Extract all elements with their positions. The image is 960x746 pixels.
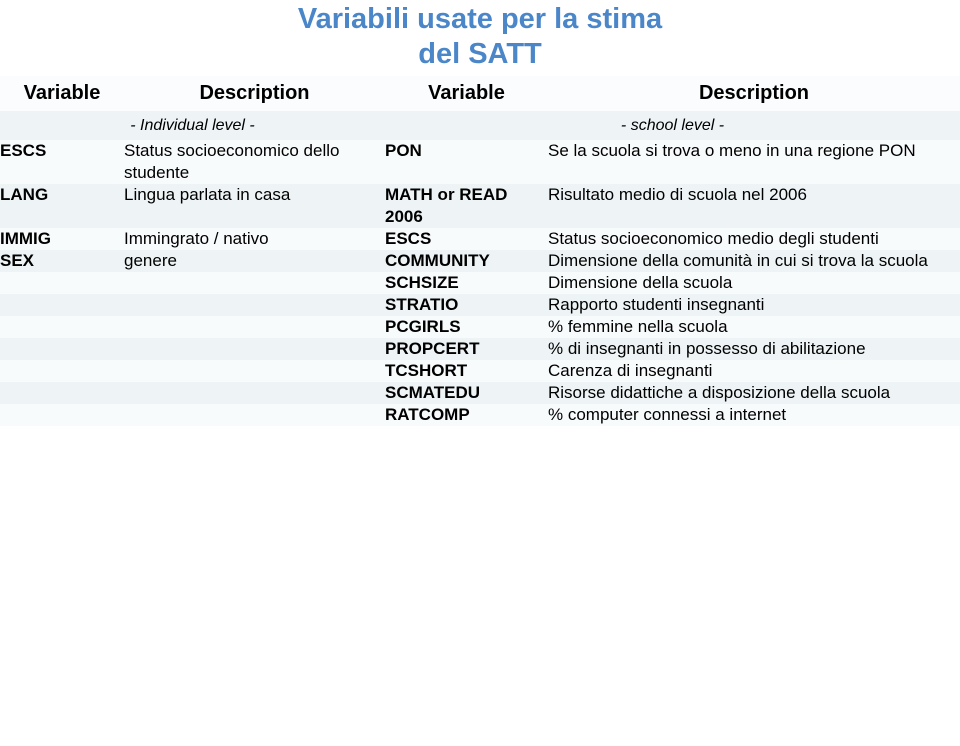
table-row: SCMATEDU Risorse didattiche a disposizion… bbox=[0, 382, 960, 404]
row-description-left: Lingua parlata in casa bbox=[124, 184, 385, 228]
row-variable-right: STRATIO bbox=[385, 294, 548, 316]
row-variable-right: RATCOMP bbox=[385, 404, 548, 426]
row-description-right: % di insegnanti in possesso di abilitazi… bbox=[548, 338, 960, 360]
row-description-right: Dimensione della comunità in cui si trov… bbox=[548, 250, 960, 272]
table-row: PROPCERT% di insegnanti in possesso di a… bbox=[0, 338, 960, 360]
page-title-line-2: del SATT bbox=[418, 38, 542, 70]
table-row: SEX genere COMMUNITY Dimensione della comun… bbox=[0, 250, 960, 272]
row-description-left bbox=[124, 382, 385, 404]
table-row: SCHSIZE Dimensione della scuola bbox=[0, 272, 960, 294]
row-description-right: Status socioeconomico medio degli studen… bbox=[548, 228, 960, 250]
table-row: RATCOMP% computer connessi a internet bbox=[0, 404, 960, 426]
page-title: Variabili usate per la stima del SATT bbox=[0, 2, 960, 72]
table-row: STRATIO Rapporto studenti insegnanti bbox=[0, 294, 960, 316]
row-description-right: Se la scuola si trova o meno in una regi… bbox=[548, 140, 960, 184]
row-variable-left bbox=[0, 404, 124, 426]
row-variable-right: COMMUNITY bbox=[385, 250, 548, 272]
row-variable-left bbox=[0, 338, 124, 360]
table-row: ESCS Status socioeconomico dello studente… bbox=[0, 140, 960, 184]
row-variable-right: SCHSIZE bbox=[385, 272, 548, 294]
row-description-right: % femmine nella scuola bbox=[548, 316, 960, 338]
row-description-right: Risultato medio di scuola nel 2006 bbox=[548, 184, 960, 228]
row-description-left bbox=[124, 404, 385, 426]
table-row: IMMIG Immingrato / nativo ESCS Status socio… bbox=[0, 228, 960, 250]
row-description-right: % computer connessi a internet bbox=[548, 404, 960, 426]
table-header-row: Variable Description Variable Descriptio… bbox=[0, 76, 960, 111]
row-variable-left: LANG bbox=[0, 184, 124, 228]
level-label-school: - school level - bbox=[385, 111, 960, 140]
column-header-description-right: Description bbox=[548, 76, 960, 111]
row-description-left bbox=[124, 272, 385, 294]
column-header-description-left: Description bbox=[124, 76, 385, 111]
page-title-line-1: Variabili usate per la stima bbox=[297, 3, 663, 35]
column-header-variable-left: Variable bbox=[0, 76, 124, 111]
row-description-left: Immingrato / nativo bbox=[124, 228, 385, 250]
row-description-right: Rapporto studenti insegnanti bbox=[548, 294, 960, 316]
row-variable-left bbox=[0, 382, 124, 404]
table-row: PCGIRLS% femmine nella scuola bbox=[0, 316, 960, 338]
row-variable-left: ESCS bbox=[0, 140, 124, 184]
row-variable-left bbox=[0, 360, 124, 382]
row-description-left: genere bbox=[124, 250, 385, 272]
row-variable-left: SEX bbox=[0, 250, 124, 272]
row-variable-left: IMMIG bbox=[0, 228, 124, 250]
column-header-variable-right: Variable bbox=[385, 76, 548, 111]
table-row: TCSHORT Carenza di insegnanti bbox=[0, 360, 960, 382]
table-row: LANG Lingua parlata in casa MATH or READ 2… bbox=[0, 184, 960, 228]
level-label-individual: - Individual level - bbox=[0, 111, 385, 140]
row-description-right: Carenza di insegnanti bbox=[548, 360, 960, 382]
row-variable-left bbox=[0, 272, 124, 294]
row-variable-left bbox=[0, 316, 124, 338]
row-variable-right: TCSHORT bbox=[385, 360, 548, 382]
row-variable-right: PROPCERT bbox=[385, 338, 548, 360]
row-description-right: Dimensione della scuola bbox=[548, 272, 960, 294]
row-variable-right: SCMATEDU bbox=[385, 382, 548, 404]
table-level-row: - Individual level - - school level - bbox=[0, 111, 960, 140]
row-description-left bbox=[124, 338, 385, 360]
row-variable-right: ESCS bbox=[385, 228, 548, 250]
variables-table: Variable Description Variable Descriptio… bbox=[0, 76, 960, 426]
row-description-left bbox=[124, 294, 385, 316]
row-description-right: Risorse didattiche a disposizione della … bbox=[548, 382, 960, 404]
row-description-left bbox=[124, 316, 385, 338]
row-variable-right: PCGIRLS bbox=[385, 316, 548, 338]
row-description-left: Status socioeconomico dello studente bbox=[124, 140, 385, 184]
row-variable-right: PON bbox=[385, 140, 548, 184]
row-description-left bbox=[124, 360, 385, 382]
row-variable-right: MATH or READ 2006 bbox=[385, 184, 548, 228]
row-variable-left bbox=[0, 294, 124, 316]
